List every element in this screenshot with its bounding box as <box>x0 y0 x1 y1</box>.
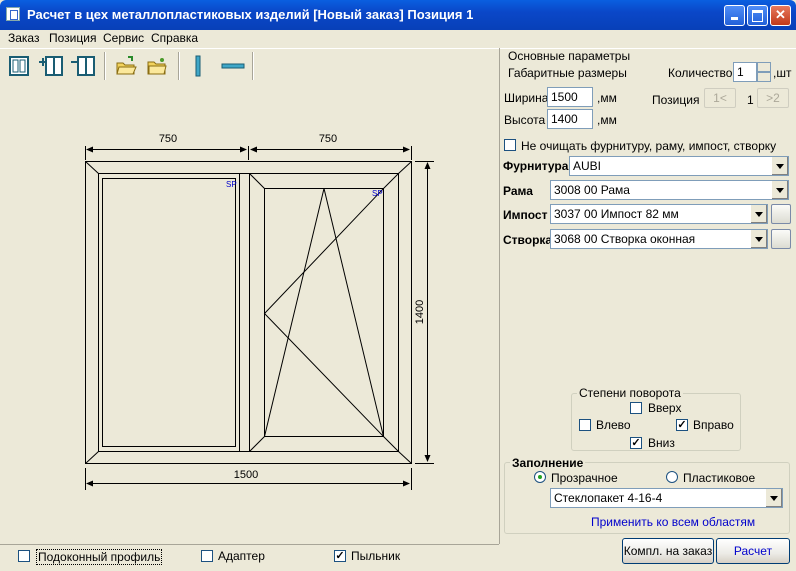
app-icon <box>6 7 20 21</box>
quantity-input[interactable]: 1 <box>733 62 757 82</box>
menu-order[interactable]: Заказ <box>8 31 39 45</box>
calc-button[interactable]: Расчет <box>716 538 790 564</box>
rotate-left-label: Влево <box>596 418 631 432</box>
sill-checkbox[interactable] <box>18 550 30 562</box>
sash-value: 3068 00 Створка оконная <box>554 232 696 246</box>
apply-all-link[interactable]: Применить ко всем областям <box>591 515 755 529</box>
opening-lines <box>263 188 384 437</box>
dust-label: Пыльник <box>351 549 401 563</box>
rotate-left-checkbox[interactable] <box>579 419 591 431</box>
quantity-unit: ,шт <box>773 66 792 80</box>
close-button[interactable]: ✕ <box>770 5 791 26</box>
rotate-down-checkbox[interactable]: ✓ <box>630 437 642 449</box>
overall-label: Габаритные размеры <box>508 66 627 80</box>
hardware-select[interactable]: AUBI <box>569 156 789 176</box>
width-unit: ,мм <box>597 91 617 105</box>
dim-right: 1400 <box>414 300 426 324</box>
mullion-select[interactable]: 3037 00 Импост 82 мм <box>550 204 768 224</box>
menu-service[interactable]: Сервис <box>103 31 144 45</box>
drawing-panel: 750 750 1500 1400 SP SP <box>2 48 500 544</box>
sash-mark-right: SP <box>372 189 383 198</box>
height-unit: ,мм <box>597 113 617 127</box>
frame-value: 3008 00 Рама <box>554 183 630 197</box>
menu-position[interactable]: Позиция <box>49 31 96 45</box>
no-clear-label: Не очищать фурнитуру, раму, импост, ство… <box>521 139 777 153</box>
outer-frame[interactable] <box>85 161 412 464</box>
sash-mark-left: SP <box>226 180 237 189</box>
rotate-right-checkbox[interactable]: ✓ <box>676 419 688 431</box>
mullion-label: Импост <box>503 208 548 222</box>
height-input[interactable]: 1400 <box>547 109 593 129</box>
frame-select[interactable]: 3008 00 Рама <box>550 180 789 200</box>
chevron-down-icon[interactable] <box>750 205 767 223</box>
filling-title: Заполнение <box>510 456 586 470</box>
rotate-right-label: Вправо <box>693 418 734 432</box>
maximize-button[interactable] <box>747 5 768 26</box>
chevron-down-icon[interactable] <box>750 230 767 248</box>
hardware-value: AUBI <box>573 159 602 173</box>
hardware-label: Фурнитура <box>503 159 569 173</box>
chevron-down-icon[interactable] <box>771 157 788 175</box>
position-next-button[interactable]: >2 <box>757 88 789 108</box>
transparent-label: Прозрачное <box>551 471 618 485</box>
width-label: Ширина <box>504 91 549 105</box>
adapter-checkbox[interactable] <box>201 550 213 562</box>
rotate-down-label: Вниз <box>648 436 675 450</box>
quantity-down-button[interactable] <box>757 72 771 82</box>
position-value: 1 <box>747 93 754 107</box>
mullion[interactable] <box>239 173 250 452</box>
glass-value: Стеклопакет 4-16-4 <box>554 491 663 505</box>
transparent-radio[interactable] <box>534 471 546 483</box>
dim-bottom: 1500 <box>234 469 258 481</box>
adapter-label: Адаптер <box>218 549 265 563</box>
sash-label: Створка <box>503 233 553 247</box>
frame-label: Рама <box>503 184 533 198</box>
dim-top-left: 750 <box>159 133 177 145</box>
quantity-up-button[interactable] <box>757 62 771 72</box>
mullion-color-button[interactable] <box>771 204 791 224</box>
position-label: Позиция <box>652 93 700 107</box>
dim-top-right: 750 <box>319 133 337 145</box>
compl-button[interactable]: Компл. на заказ <box>622 538 714 564</box>
position-prev-button[interactable]: 1< <box>704 88 736 108</box>
glass-select[interactable]: Стеклопакет 4-16-4 <box>550 488 783 508</box>
quantity-label: Количество <box>668 66 733 80</box>
rotate-up-checkbox[interactable] <box>630 402 642 414</box>
chevron-down-icon[interactable] <box>765 489 782 507</box>
plastic-radio[interactable] <box>666 471 678 483</box>
menu-help[interactable]: Справка <box>151 31 198 45</box>
window-title: Расчет в цех металлопластиковых изделий … <box>27 7 474 22</box>
fixed-pane[interactable] <box>98 173 240 452</box>
sash-color-button[interactable] <box>771 229 791 249</box>
params-title: Основные параметры <box>506 49 633 63</box>
dust-checkbox[interactable]: ✓ <box>334 550 346 562</box>
sill-label: Подоконный профиль <box>36 549 163 565</box>
rotation-title: Степени поворота <box>577 386 683 400</box>
rotate-up-label: Вверх <box>648 401 682 415</box>
width-input[interactable]: 1500 <box>547 87 593 107</box>
minimize-button[interactable] <box>724 5 745 26</box>
height-label: Высота <box>504 113 546 127</box>
no-clear-checkbox[interactable] <box>504 139 516 151</box>
opening-sash[interactable] <box>249 173 399 452</box>
mullion-value: 3037 00 Импост 82 мм <box>554 207 679 221</box>
sash-select[interactable]: 3068 00 Створка оконная <box>550 229 768 249</box>
plastic-label: Пластиковое <box>683 471 756 485</box>
window-drawing[interactable]: 750 750 1500 1400 SP SP <box>2 48 499 544</box>
chevron-down-icon[interactable] <box>771 181 788 199</box>
